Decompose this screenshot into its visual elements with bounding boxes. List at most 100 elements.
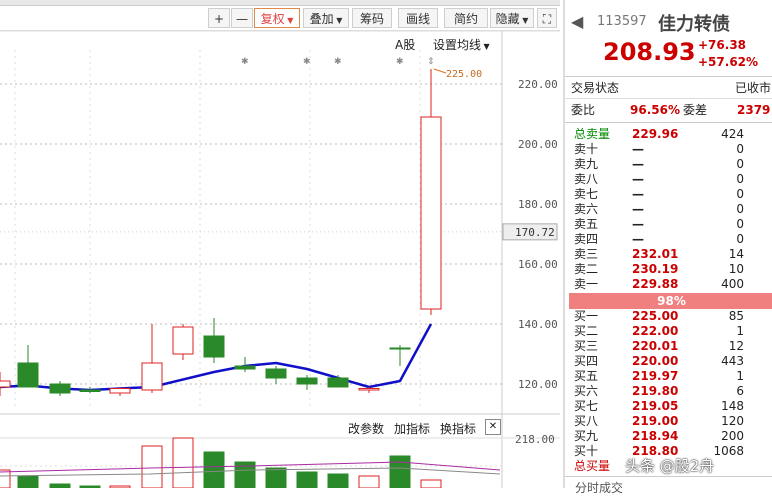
close-icon[interactable]: ✕ <box>485 419 501 435</box>
candle-body[interactable] <box>0 380 11 388</box>
sell-price: — <box>632 187 644 201</box>
sell-volume: 0 <box>736 232 744 246</box>
zoom-out-button[interactable]: — <box>231 8 253 28</box>
candle-body[interactable] <box>141 362 163 391</box>
fuquan-dropdown[interactable]: 复权 ▼ <box>254 8 300 28</box>
volume-bar <box>141 445 163 488</box>
weibi-label: 委比 <box>571 103 596 117</box>
price-change: +76.38 <box>698 38 747 52</box>
candle-body[interactable] <box>234 365 256 370</box>
price-change-pct: +57.62% <box>698 55 759 69</box>
candle-body[interactable] <box>265 368 287 379</box>
weibi-row: 委比 96.56% 委差 2379 <box>565 103 772 118</box>
buy-volume: 120 <box>721 414 744 428</box>
sell-volume: 0 <box>736 172 744 186</box>
volume-bar <box>172 437 194 488</box>
huaxian-button[interactable]: 画线 <box>398 8 438 28</box>
buy-level-label: 买三 <box>574 339 599 353</box>
sell-row[interactable]: 卖五 — 0 <box>565 217 772 232</box>
candle-body[interactable] <box>420 116 442 310</box>
candle-body[interactable] <box>172 326 194 355</box>
candle-body[interactable] <box>358 388 380 391</box>
price-tick-label: 220.00 <box>518 78 558 91</box>
buy-level-label: 买五 <box>574 369 599 383</box>
kline-chart[interactable]: 220.00 200.00 180.00 160.00 140.00 120.00 170.… <box>0 0 560 488</box>
diejia-dropdown[interactable]: 叠加 ▼ <box>303 8 349 28</box>
buy-row[interactable]: 买五 219.97 1 <box>565 369 772 384</box>
event-marker-icon[interactable]: ✱ <box>334 57 342 67</box>
sell-level-label: 卖七 <box>574 187 599 201</box>
event-marker-icon[interactable]: ✱ <box>396 57 404 67</box>
sell-level-label: 卖六 <box>574 202 599 216</box>
back-arrow-icon[interactable]: ◀ <box>571 12 583 31</box>
buy-row[interactable]: 买八 219.00 120 <box>565 414 772 429</box>
ma-settings-dropdown[interactable]: 设置均线 ▼ <box>433 36 490 53</box>
buy-volume: 1068 <box>713 444 744 458</box>
buy-row[interactable]: 买七 219.05 148 <box>565 399 772 414</box>
candle-body[interactable] <box>17 362 39 388</box>
sell-level-label: 卖十 <box>574 142 599 156</box>
candle-body[interactable] <box>79 389 101 392</box>
volume-bar <box>265 467 287 488</box>
buy-level-label: 买十 <box>574 444 599 458</box>
candle-body[interactable] <box>49 383 71 394</box>
buy-price: 219.97 <box>632 369 679 383</box>
sell-row[interactable]: 卖三 232.01 14 <box>565 247 772 262</box>
security-code: 113597 <box>597 14 647 29</box>
sell-row[interactable]: 卖二 230.19 10 <box>565 262 772 277</box>
sell-row[interactable]: 卖四 — 0 <box>565 232 772 247</box>
buy-volume: 6 <box>736 384 744 398</box>
candle-body[interactable] <box>327 377 349 388</box>
buy-level-label: 买四 <box>574 354 599 368</box>
divider <box>565 98 772 99</box>
event-marker-icon[interactable]: ✱ <box>241 57 249 67</box>
trade-status-label: 交易状态 <box>571 81 620 95</box>
sell-price: 229.88 <box>632 277 679 291</box>
buy-level-label: 买七 <box>574 399 599 413</box>
yincang-dropdown[interactable]: 隐藏 ▼ <box>490 8 534 28</box>
sell-row[interactable]: 卖九 — 0 <box>565 157 772 172</box>
buy-row[interactable]: 买二 222.00 1 <box>565 324 772 339</box>
sell-row[interactable]: 卖七 — 0 <box>565 187 772 202</box>
quote-panel: ◀ 113597 佳力转债 208.93 +76.38 +57.62% 交易状态… <box>563 0 772 495</box>
price-tick-label: 140.00 <box>518 318 558 331</box>
candle-body[interactable] <box>296 377 318 385</box>
sell-volume: 10 <box>728 262 744 276</box>
chouma-button[interactable]: 筹码 <box>352 8 392 28</box>
volume-bar <box>358 475 380 488</box>
zoom-in-button[interactable]: + <box>208 8 230 28</box>
high-annotation-arrow <box>433 68 447 74</box>
sell-row[interactable]: 卖八 — 0 <box>565 172 772 187</box>
change-indicator-button[interactable]: 换指标 <box>440 420 476 437</box>
add-indicator-button[interactable]: 加指标 <box>394 420 430 437</box>
modify-params-button[interactable]: 改参数 <box>348 420 384 437</box>
chevron-down-icon: ▼ <box>333 16 343 25</box>
high-price-annotation: 225.00 <box>446 69 482 80</box>
event-marker-icon[interactable]: ⇕ <box>427 57 435 67</box>
buy-row[interactable]: 买三 220.01 12 <box>565 339 772 354</box>
volume-bar <box>327 473 349 488</box>
candle-body[interactable] <box>203 335 225 358</box>
price-tick-label: 120.00 <box>518 378 558 391</box>
a-share-link[interactable]: A股 <box>395 36 415 53</box>
buy-row[interactable]: 买六 219.80 6 <box>565 384 772 399</box>
candle-body[interactable] <box>109 388 131 394</box>
sell-row[interactable]: 卖十 — 0 <box>565 142 772 157</box>
jianyue-button[interactable]: 简约 <box>444 8 488 28</box>
buy-row[interactable]: 买四 220.00 443 <box>565 354 772 369</box>
price-tick-label: 160.00 <box>518 258 558 271</box>
chevron-down-icon: ▼ <box>519 16 529 25</box>
candle-body[interactable] <box>389 347 411 350</box>
buy-row[interactable]: 买九 218.94 200 <box>565 429 772 444</box>
chevron-down-icon: ▼ <box>284 16 294 25</box>
sell-row[interactable]: 卖六 — 0 <box>565 202 772 217</box>
security-name: 佳力转债 <box>658 14 730 35</box>
sell-row[interactable]: 卖一 229.88 400 <box>565 277 772 292</box>
total-sell-price: 229.96 <box>632 127 679 141</box>
buy-row[interactable]: 买一 225.00 85 <box>565 309 772 324</box>
volume-bar <box>296 471 318 488</box>
event-marker-icon[interactable]: ✱ <box>303 57 311 67</box>
buy-price: 219.80 <box>632 384 679 398</box>
expand-icon[interactable]: ⛶ <box>537 8 557 28</box>
buy-price: 219.05 <box>632 399 679 413</box>
